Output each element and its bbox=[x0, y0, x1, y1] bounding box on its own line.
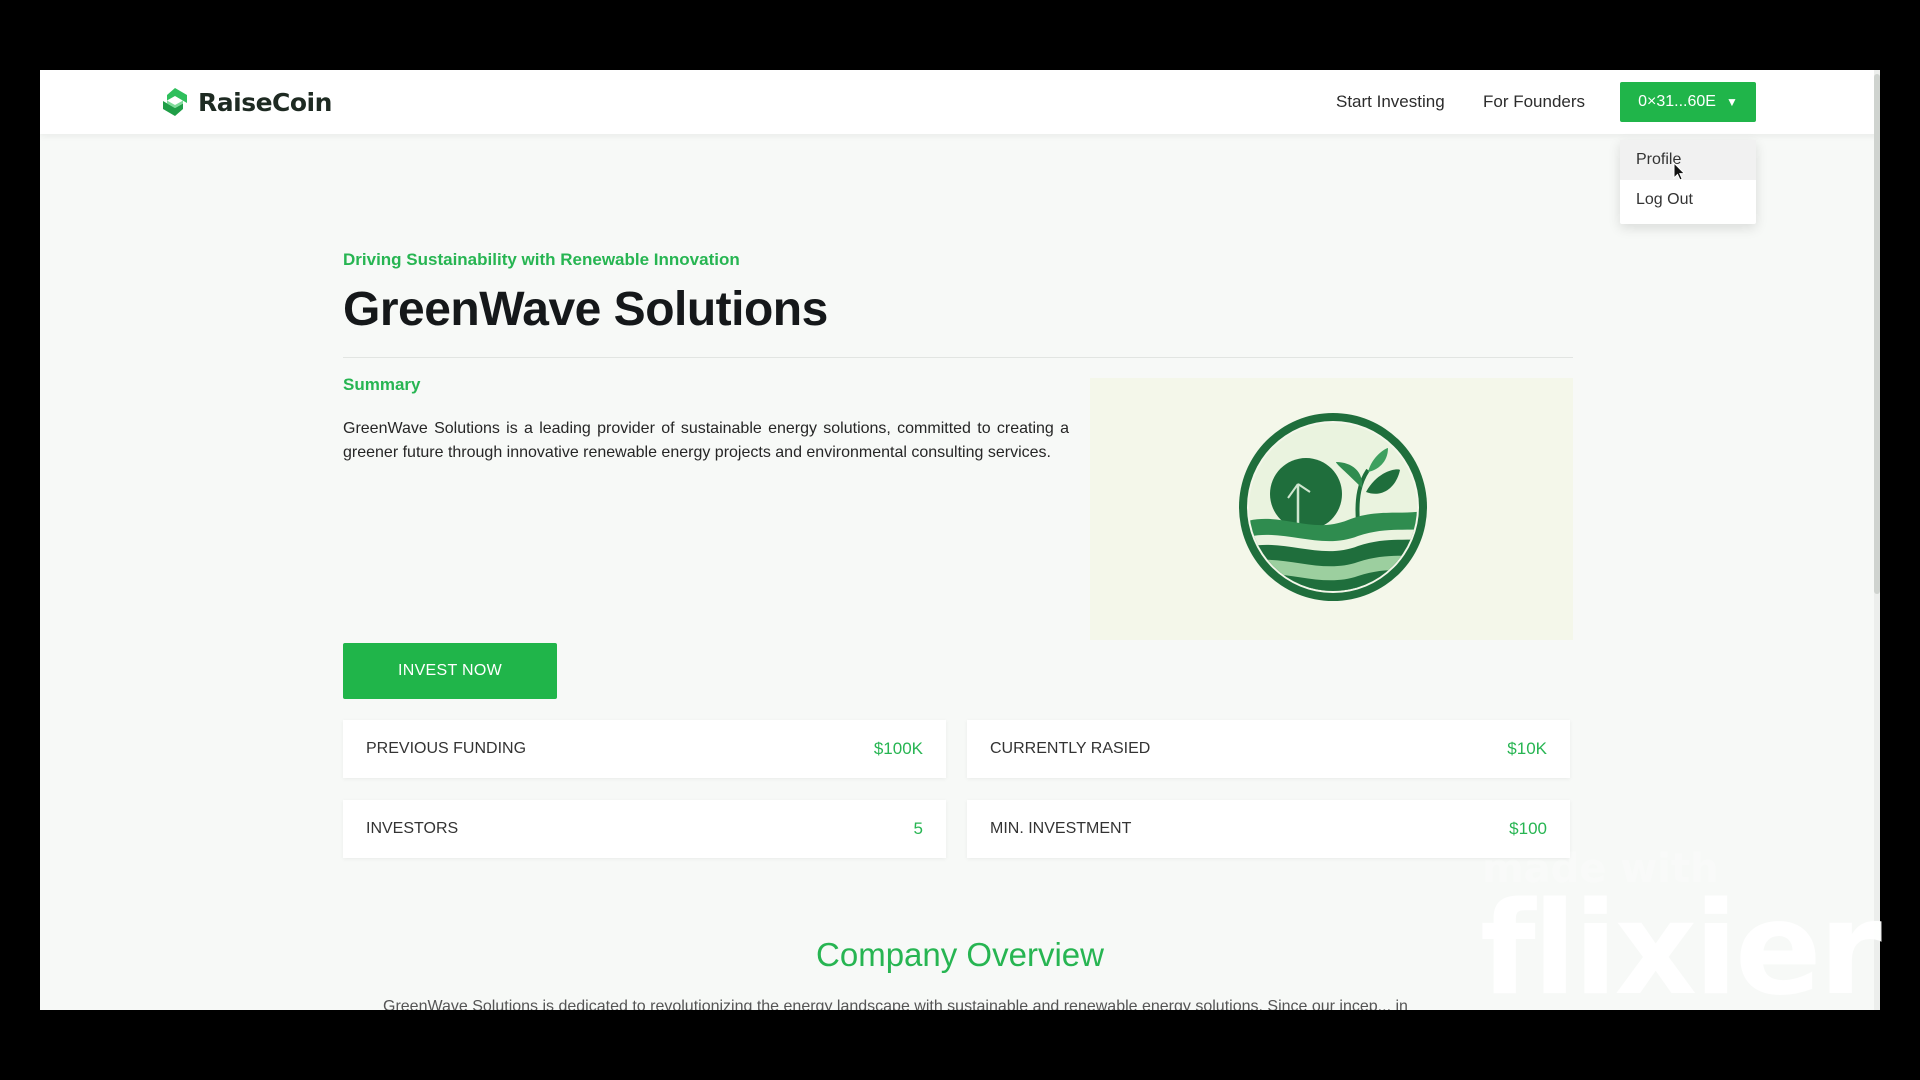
browser-viewport: RaiseCoin Start Investing For Founders 0… bbox=[40, 70, 1880, 1010]
company-title: GreenWave Solutions bbox=[343, 283, 828, 336]
stat-label: PREVIOUS FUNDING bbox=[366, 740, 527, 757]
company-overview-heading: Company Overview bbox=[816, 936, 1104, 973]
stat-value: 5 bbox=[913, 819, 923, 838]
stat-label: CURRENTLY RASIED bbox=[990, 740, 1151, 757]
divider bbox=[343, 357, 1573, 358]
wallet-dropdown-menu: Profile Log Out bbox=[1620, 140, 1756, 224]
stat-card-min-investment: MIN. INVESTMENT $100 bbox=[967, 800, 1570, 858]
caret-down-icon: ▼ bbox=[1725, 95, 1738, 109]
stat-label: INVESTORS bbox=[366, 820, 459, 837]
brand-name: RaiseCoin bbox=[198, 87, 332, 117]
dropdown-item-logout[interactable]: Log Out bbox=[1620, 180, 1756, 220]
mouse-cursor-icon bbox=[1673, 162, 1686, 181]
stat-value: $10K bbox=[1507, 739, 1547, 758]
summary-label: Summary bbox=[343, 375, 421, 394]
wallet-dropdown-button[interactable]: 0×31...60E ▼ bbox=[1620, 82, 1756, 122]
company-logo-panel bbox=[1090, 378, 1573, 640]
scrollbar-thumb[interactable] bbox=[1874, 74, 1880, 594]
summary-text: GreenWave Solutions is a leading provide… bbox=[343, 420, 1069, 461]
dropdown-item-profile[interactable]: Profile bbox=[1620, 140, 1756, 180]
stat-label: MIN. INVESTMENT bbox=[990, 820, 1132, 837]
greenwave-logo-icon bbox=[1239, 413, 1427, 601]
nav-for-founders[interactable]: For Founders bbox=[1483, 92, 1585, 112]
stat-card-previous-funding: PREVIOUS FUNDING $100K bbox=[343, 720, 946, 778]
stat-value: $100K bbox=[873, 739, 923, 758]
wallet-address: 0×31...60E bbox=[1638, 93, 1716, 110]
company-tagline: Driving Sustainability with Renewable In… bbox=[343, 250, 740, 269]
top-navbar: RaiseCoin Start Investing For Founders 0… bbox=[40, 70, 1880, 134]
invest-now-button[interactable]: INVEST NOW bbox=[343, 643, 557, 699]
company-overview-text: GreenWave Solutions is dedicated to revo… bbox=[383, 998, 1408, 1010]
nav-start-investing[interactable]: Start Investing bbox=[1336, 92, 1445, 112]
brand[interactable]: RaiseCoin bbox=[158, 84, 332, 120]
stat-card-currently-raised: CURRENTLY RASIED $10K bbox=[967, 720, 1570, 778]
raisecoin-logo-icon bbox=[163, 88, 187, 116]
stat-card-investors: INVESTORS 5 bbox=[343, 800, 946, 858]
stat-value: $100 bbox=[1509, 819, 1547, 838]
